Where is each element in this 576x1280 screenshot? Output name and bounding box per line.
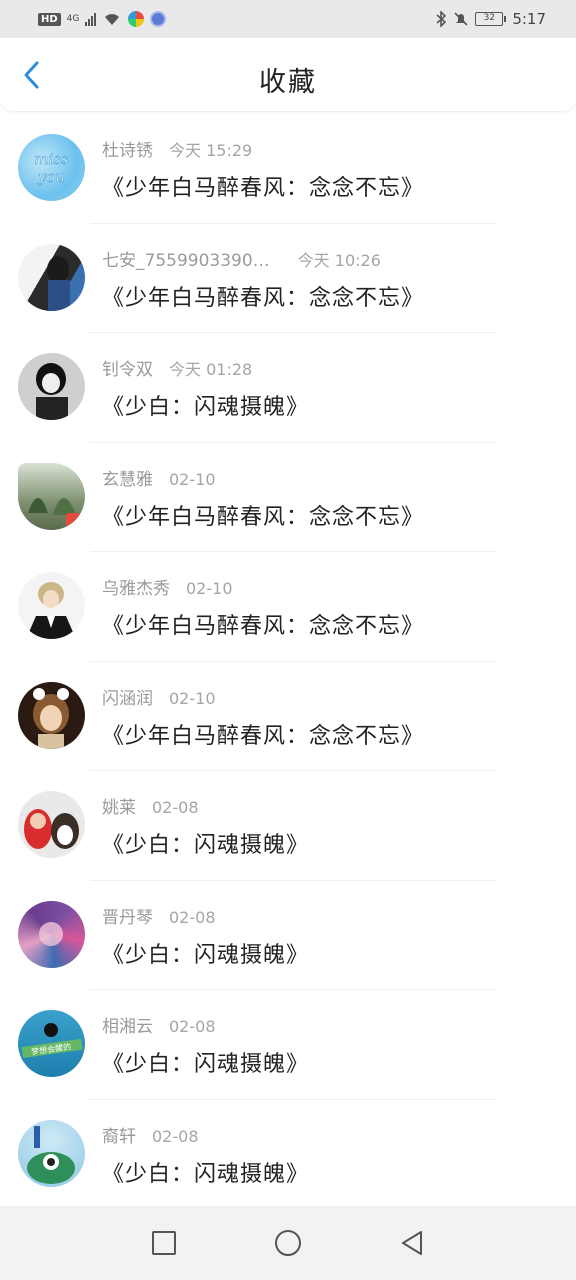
item-time: 02-10 bbox=[169, 469, 216, 489]
item-time: 今天 01:28 bbox=[169, 360, 253, 379]
user-name: 姚莱 bbox=[102, 798, 136, 818]
avatar[interactable] bbox=[18, 681, 85, 749]
item-meta: 杜诗锈 今天 15:29 bbox=[102, 136, 252, 161]
item-meta: 七安_7559903390… 今天 10:26 bbox=[102, 246, 381, 271]
item-title: 《少年白马醉春风：念念不忘》 bbox=[102, 285, 425, 311]
list-item[interactable]: 七安_7559903390… 今天 10:26 《少年白马醉春风：念念不忘》 bbox=[0, 224, 576, 333]
avatar[interactable] bbox=[18, 572, 85, 639]
user-name: 裔轩 bbox=[102, 1126, 136, 1147]
list-item[interactable]: 梦想会醒的 相湘云 02-08 《少白：闪魂摄魄》 bbox=[0, 990, 576, 1100]
favorites-list: miss you 杜诗锈 今天 15:29 《少年白马醉春风：念念不忘》 七安_75… bbox=[0, 114, 576, 1209]
item-meta: 晋丹琴 02-08 bbox=[102, 903, 216, 928]
user-name: 乌雅杰秀 bbox=[102, 579, 170, 599]
list-item[interactable]: miss you 杜诗锈 今天 15:29 《少年白马醉春风：念念不忘》 bbox=[0, 114, 576, 224]
network-type: 4G bbox=[66, 14, 80, 24]
user-name: 相湘云 bbox=[102, 1017, 153, 1037]
avatar[interactable]: 梦想会醒的 bbox=[18, 1010, 85, 1077]
avatar[interactable] bbox=[18, 243, 85, 311]
item-title: 《少白：闪魂摄魄》 bbox=[102, 1161, 310, 1187]
circle-icon bbox=[275, 1230, 301, 1256]
wifi-icon bbox=[105, 14, 120, 25]
avatar[interactable] bbox=[18, 791, 85, 858]
music-app-icon bbox=[150, 11, 167, 27]
item-time: 02-10 bbox=[169, 688, 216, 708]
item-title: 《少年白马醉春风：念念不忘》 bbox=[102, 176, 425, 201]
user-name: 晋丹琴 bbox=[102, 907, 153, 928]
item-meta: 相湘云 02-08 bbox=[102, 1012, 216, 1037]
status-time: 5:17 bbox=[512, 10, 546, 28]
recents-button[interactable] bbox=[149, 1228, 179, 1258]
list-item[interactable]: 玄慧雅 02-10 《少年白马醉春风：念念不忘》 bbox=[0, 443, 576, 552]
status-left: HD 4G bbox=[38, 11, 167, 27]
avatar[interactable]: miss you bbox=[18, 134, 85, 201]
avatar-text: miss bbox=[34, 150, 69, 168]
item-time: 02-10 bbox=[186, 579, 233, 598]
avatar[interactable] bbox=[18, 462, 85, 530]
list-item[interactable]: 闪涵润 02-10 《少年白马醉春风：念念不忘》 bbox=[0, 662, 576, 771]
user-name: 闪涵润 bbox=[102, 688, 153, 709]
item-time: 02-08 bbox=[169, 907, 216, 927]
list-item[interactable]: 裔轩 02-08 《少白：闪魂摄魄》 bbox=[0, 1100, 576, 1210]
svg-text:you: you bbox=[37, 168, 65, 186]
battery-level: 32 bbox=[475, 12, 504, 26]
bluetooth-icon bbox=[436, 11, 447, 27]
item-title: 《少白：闪魂摄魄》 bbox=[102, 1052, 310, 1077]
system-nav-bar bbox=[0, 1206, 576, 1280]
item-title: 《少白：闪魂摄魄》 bbox=[102, 942, 310, 968]
item-time: 02-08 bbox=[152, 1126, 199, 1146]
user-name: 杜诗锈 bbox=[102, 141, 153, 161]
item-title: 《少白：闪魂摄魄》 bbox=[102, 833, 310, 858]
item-meta: 闪涵润 02-10 bbox=[102, 684, 216, 709]
item-meta: 玄慧雅 02-10 bbox=[102, 465, 216, 490]
app-notification-icon bbox=[128, 11, 145, 27]
list-item[interactable]: 姚莱 02-08 《少白：闪魂摄魄》 bbox=[0, 771, 576, 881]
item-meta: 裔轩 02-08 bbox=[102, 1122, 199, 1147]
list-item[interactable]: 乌雅杰秀 02-10 《少年白马醉春风：念念不忘》 bbox=[0, 552, 576, 662]
item-meta: 乌雅杰秀 02-10 bbox=[102, 574, 233, 599]
bell-muted-icon bbox=[454, 12, 468, 26]
item-time: 今天 10:26 bbox=[297, 250, 381, 270]
header: 收藏 bbox=[0, 38, 576, 112]
item-title: 《少白：闪魂摄魄》 bbox=[102, 395, 310, 420]
list-item[interactable]: 晋丹琴 02-08 《少白：闪魂摄魄》 bbox=[0, 881, 576, 990]
item-meta: 姚莱 02-08 bbox=[102, 793, 199, 818]
triangle-back-icon bbox=[402, 1231, 422, 1255]
list-item[interactable]: 钊令双 今天 01:28 《少白：闪魂摄魄》 bbox=[0, 333, 576, 443]
home-button[interactable] bbox=[273, 1228, 303, 1258]
user-name: 玄慧雅 bbox=[102, 469, 153, 490]
battery-icon: 32 bbox=[475, 12, 507, 26]
user-name: 七安_7559903390… bbox=[102, 250, 270, 271]
avatar[interactable] bbox=[18, 900, 85, 968]
item-title: 《少年白马醉春风：念念不忘》 bbox=[102, 723, 425, 749]
item-time: 02-08 bbox=[169, 1017, 216, 1036]
user-name: 钊令双 bbox=[102, 360, 153, 380]
item-time: 今天 15:29 bbox=[169, 141, 253, 160]
status-bar: HD 4G 32 5:17 bbox=[0, 0, 576, 38]
item-title: 《少年白马醉春风：念念不忘》 bbox=[102, 614, 425, 639]
square-icon bbox=[152, 1231, 176, 1255]
item-time: 02-08 bbox=[152, 798, 199, 817]
item-meta: 钊令双 今天 01:28 bbox=[102, 355, 252, 380]
back-nav-button[interactable] bbox=[397, 1228, 427, 1258]
signal-icon bbox=[85, 12, 97, 26]
item-title: 《少年白马醉春风：念念不忘》 bbox=[102, 504, 425, 530]
hd-badge: HD bbox=[38, 12, 61, 26]
status-right: 32 5:17 bbox=[435, 10, 546, 28]
avatar[interactable] bbox=[18, 353, 85, 420]
page-title: 收藏 bbox=[259, 67, 317, 98]
avatar[interactable] bbox=[18, 1119, 85, 1187]
